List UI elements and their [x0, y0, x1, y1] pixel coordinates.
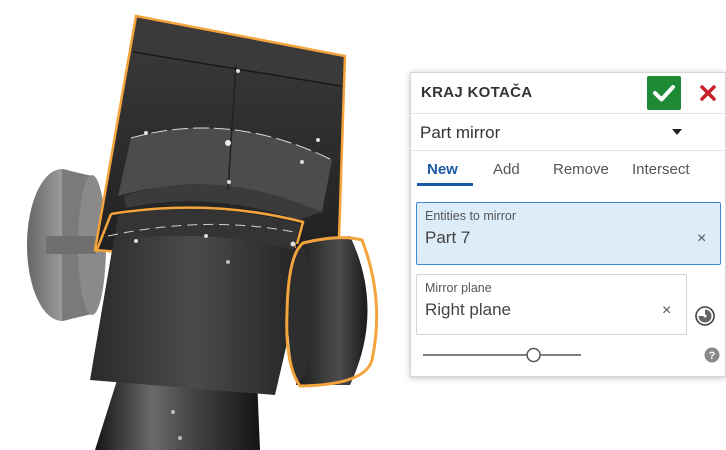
tab-remove[interactable]: Remove	[553, 161, 609, 178]
entities-field-value: Part 7	[425, 228, 471, 247]
plane-field-label: Mirror plane	[425, 281, 492, 295]
feature-type-value: Part mirror	[420, 123, 501, 142]
part-mirror-dialog: KRAJ KOTAČA Part mirror New Add Remove I…	[410, 72, 726, 377]
check-icon	[653, 85, 675, 102]
help-icon[interactable]: ?	[704, 347, 720, 363]
boolean-tabs: New Add Remove Intersect	[411, 151, 725, 187]
close-icon	[700, 85, 716, 101]
svg-text:?: ?	[709, 350, 716, 362]
cancel-button[interactable]	[693, 76, 723, 110]
tab-new[interactable]: New	[427, 161, 458, 178]
mirror-plane-field[interactable]: Mirror plane Right plane ×	[416, 274, 687, 335]
plane-field-value: Right plane	[425, 300, 512, 319]
tab-intersect[interactable]: Intersect	[632, 161, 690, 178]
slider[interactable]	[421, 347, 583, 363]
slider-knob[interactable]	[526, 347, 541, 363]
middle-body[interactable]	[90, 206, 305, 395]
dialog-header: KRAJ KOTAČA	[411, 73, 725, 114]
right-wheel-selected[interactable]	[285, 236, 379, 388]
entities-field-label: Entities to mirror	[425, 209, 516, 223]
tab-add[interactable]: Add	[493, 161, 520, 178]
dropdown-arrow-icon	[672, 129, 682, 135]
left-wheel[interactable]	[27, 169, 106, 321]
clear-icon[interactable]: ×	[697, 230, 706, 248]
feature-type-select[interactable]: Part mirror	[411, 114, 725, 151]
confirm-button[interactable]	[647, 76, 681, 110]
active-tab-indicator	[417, 183, 473, 186]
clear-icon[interactable]: ×	[662, 302, 671, 320]
clock-icon[interactable]	[694, 305, 716, 327]
entities-to-mirror-field[interactable]: Entities to mirror Part 7 ×	[416, 202, 721, 265]
dialog-title: KRAJ KOTAČA	[421, 84, 533, 101]
